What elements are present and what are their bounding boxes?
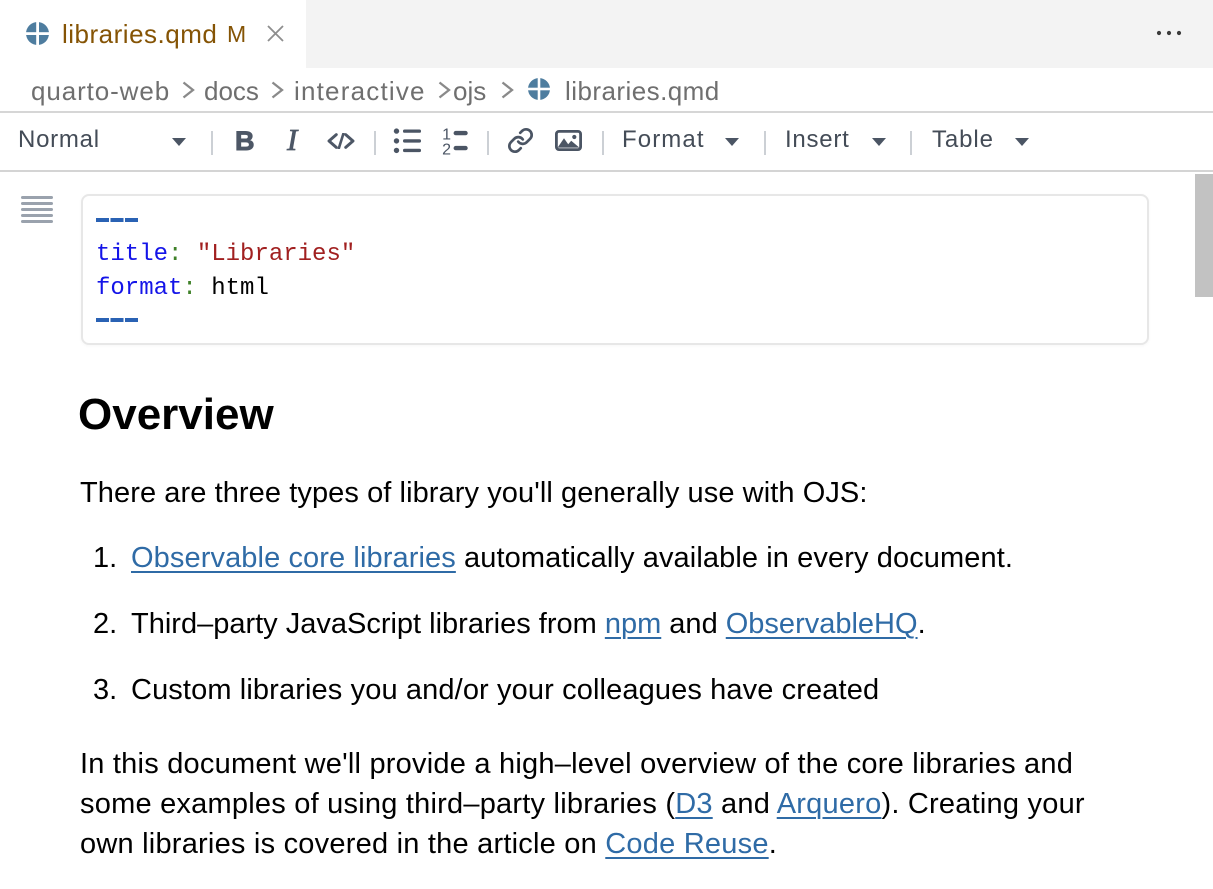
svg-text:2: 2 — [442, 142, 451, 157]
